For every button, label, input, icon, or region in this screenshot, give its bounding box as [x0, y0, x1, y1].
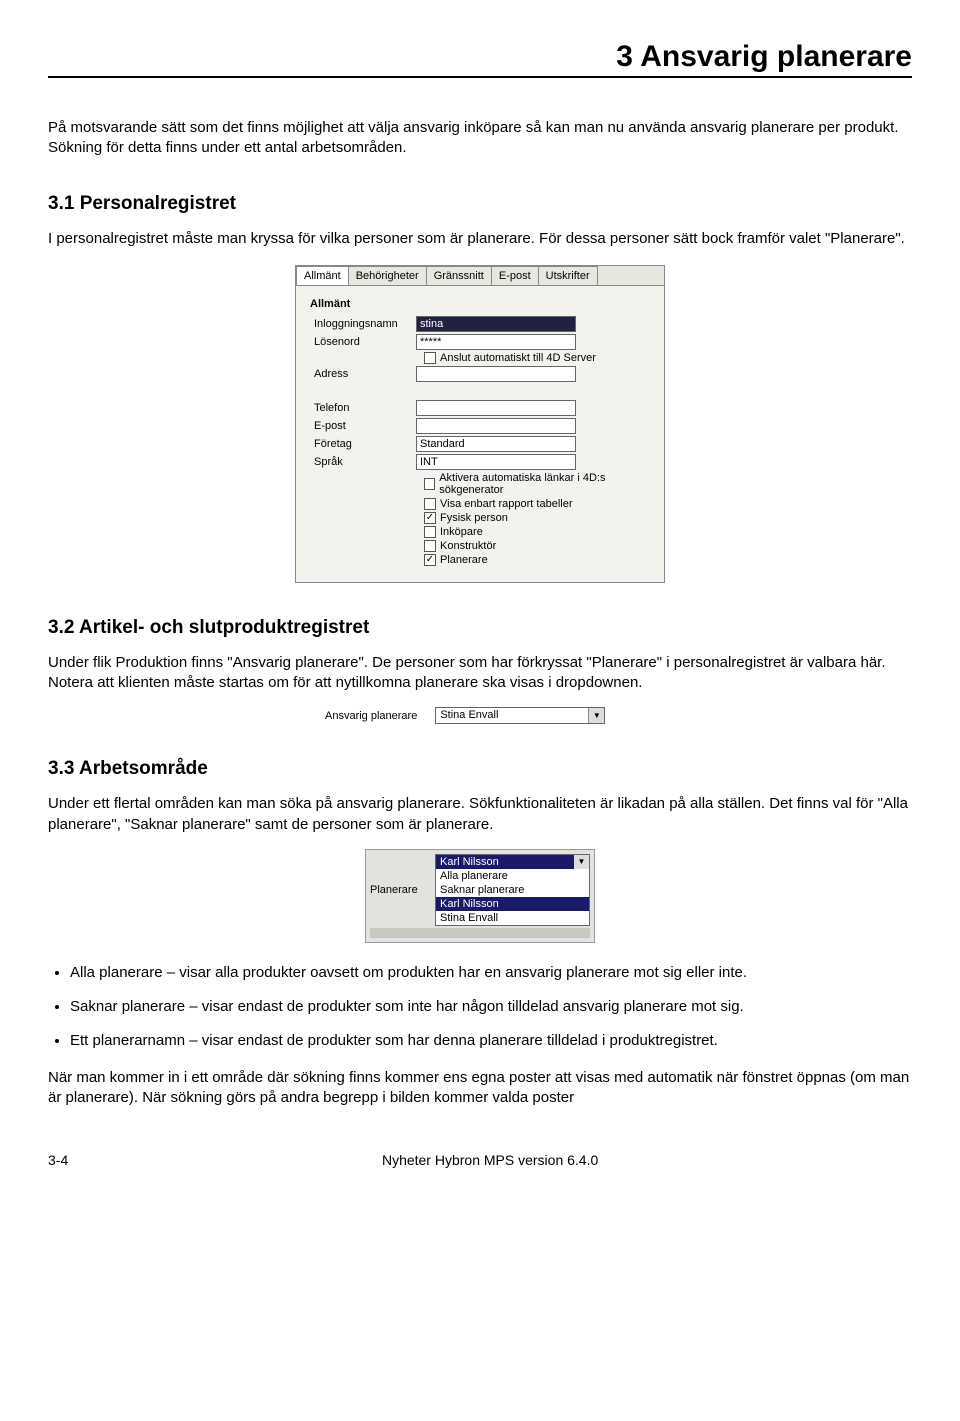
aktivera-label: Aktivera automatiska länkar i 4D:s sökge… — [439, 472, 654, 496]
bullet-item: Saknar planerare – visar endast de produ… — [70, 997, 912, 1017]
planerare-selected: Karl Nilsson — [436, 855, 574, 869]
phone-input[interactable] — [416, 400, 576, 416]
list-item[interactable]: Saknar planerare — [436, 883, 589, 897]
login-label: Inloggningsnamn — [306, 318, 416, 330]
closing-paragraph: När man kommer in i ett område där sökni… — [48, 1068, 912, 1109]
chapter-title: 3 Ansvarig planerare — [48, 40, 912, 74]
address-input[interactable] — [416, 366, 576, 382]
section-3-3-title: 3.3 Arbetsområde — [48, 758, 912, 780]
section-3-3-text: Under ett flertal områden kan man söka p… — [48, 794, 912, 835]
section-3-2-title: 3.2 Artikel- och slutproduktregistret — [48, 617, 912, 639]
bullet-item: Alla planerare – visar alla produkter oa… — [70, 963, 912, 983]
planerare-search-label: Planerare — [370, 884, 425, 896]
fysisk-label: Fysisk person — [440, 512, 508, 524]
planerare-checkbox[interactable]: ✓ — [424, 554, 436, 566]
title-rule — [48, 76, 912, 78]
group-title: Allmänt — [310, 298, 654, 310]
konstruktor-checkbox[interactable] — [424, 540, 436, 552]
section-3-2-text: Under flik Produktion finns "Ansvarig pl… — [48, 653, 912, 694]
planerare-search-panel: Planerare Karl Nilsson ▼ Alla planerare … — [365, 849, 595, 943]
language-label: Språk — [306, 456, 416, 468]
section-3-1-title: 3.1 Personalregistret — [48, 193, 912, 215]
page-footer: 3-4 Nyheter Hybron MPS version 6.4.0 — [0, 1152, 960, 1188]
company-label: Företag — [306, 438, 416, 450]
address-label: Adress — [306, 368, 416, 380]
phone-label: Telefon — [306, 402, 416, 414]
dialog-tabs: Allmänt Behörigheter Gränssnitt E-post U… — [296, 266, 664, 286]
panel-footer — [370, 928, 590, 938]
chevron-down-icon[interactable]: ▼ — [574, 855, 589, 869]
planerare-combo[interactable]: Karl Nilsson ▼ Alla planerare Saknar pla… — [435, 854, 590, 926]
fysisk-checkbox[interactable]: ✓ — [424, 512, 436, 524]
bullet-item: Ett planerarnamn – visar endast de produ… — [70, 1031, 912, 1051]
aktivera-checkbox[interactable] — [424, 478, 435, 490]
email-input[interactable] — [416, 418, 576, 434]
tab-epost[interactable]: E-post — [491, 266, 539, 285]
email-label: E-post — [306, 420, 416, 432]
planerare-list: Alla planerare Saknar planerare Karl Nil… — [436, 869, 589, 925]
password-label: Lösenord — [306, 336, 416, 348]
visa-rapport-checkbox[interactable] — [424, 498, 436, 510]
tab-behorigheter[interactable]: Behörigheter — [348, 266, 427, 285]
list-item[interactable]: Alla planerare — [436, 869, 589, 883]
company-input[interactable] — [416, 436, 576, 452]
page-number: 3-4 — [48, 1152, 68, 1168]
tab-allmant[interactable]: Allmänt — [296, 266, 349, 285]
tab-utskrifter[interactable]: Utskrifter — [538, 266, 598, 285]
planerare-label: Planerare — [440, 554, 488, 566]
password-input[interactable] — [416, 334, 576, 350]
inkopare-label: Inköpare — [440, 526, 483, 538]
language-input[interactable] — [416, 454, 576, 470]
ansvarig-planerare-field: Ansvarig planerare Stina Envall ▼ — [325, 707, 635, 724]
konstruktor-label: Konstruktör — [440, 540, 496, 552]
intro-paragraph: På motsvarande sätt som det finns möjlig… — [48, 118, 912, 159]
personnel-dialog: Allmänt Behörigheter Gränssnitt E-post U… — [295, 265, 665, 583]
auto-connect-label: Anslut automatiskt till 4D Server — [440, 352, 596, 364]
visa-rapport-label: Visa enbart rapport tabeller — [440, 498, 573, 510]
bullet-list: Alla planerare – visar alla produkter oa… — [48, 963, 912, 1052]
chevron-down-icon[interactable]: ▼ — [589, 708, 604, 723]
ansvarig-planerare-combo[interactable]: Stina Envall ▼ — [435, 707, 605, 724]
section-3-1-text: I personalregistret måste man kryssa för… — [48, 229, 912, 249]
list-item[interactable]: Stina Envall — [436, 911, 589, 925]
ansvarig-planerare-label: Ansvarig planerare — [325, 710, 417, 722]
footer-title: Nyheter Hybron MPS version 6.4.0 — [382, 1152, 598, 1168]
tab-granssnitt[interactable]: Gränssnitt — [426, 266, 492, 285]
ansvarig-planerare-value: Stina Envall — [436, 708, 589, 723]
auto-connect-checkbox[interactable] — [424, 352, 436, 364]
list-item[interactable]: Karl Nilsson — [436, 897, 589, 911]
login-input[interactable] — [416, 316, 576, 332]
inkopare-checkbox[interactable] — [424, 526, 436, 538]
